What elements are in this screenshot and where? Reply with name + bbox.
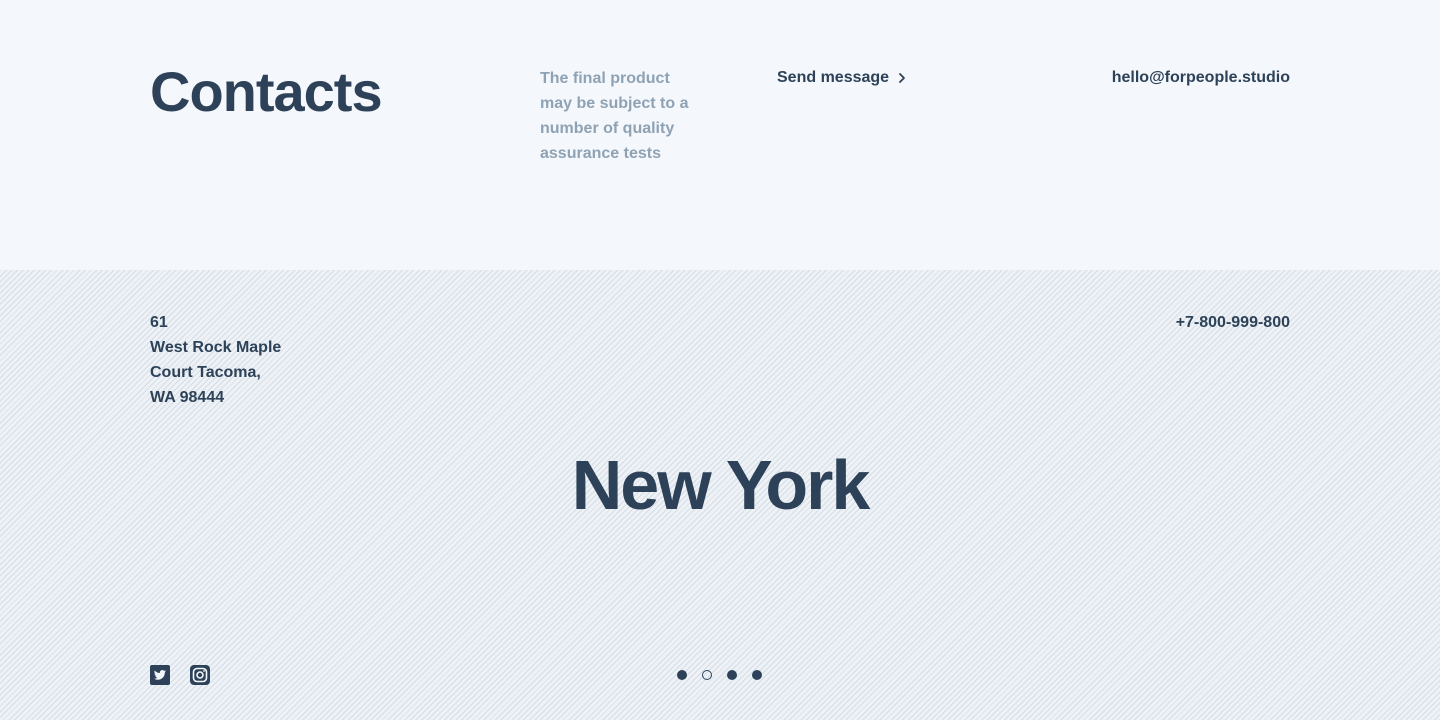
instagram-icon[interactable] [190, 665, 210, 685]
email-link[interactable]: hello@forpeople.studio [1112, 66, 1290, 90]
contacts-page: Contacts The final product may be subjec… [0, 0, 1440, 720]
twitter-icon[interactable] [150, 665, 170, 685]
page-title: Contacts [150, 60, 383, 123]
send-message-link[interactable]: Send message [777, 66, 907, 90]
phone-link[interactable]: +7-800-999-800 [1176, 310, 1290, 335]
pagination-dot[interactable] [702, 670, 712, 680]
city-title: New York [571, 446, 871, 524]
social-links [150, 665, 210, 685]
carousel-pagination [677, 670, 762, 680]
address-line: 61 [150, 314, 168, 331]
product-note: The final product may be subject to a nu… [540, 70, 689, 162]
chevron-right-icon [899, 73, 905, 83]
address-line: Court Tacoma, [150, 364, 261, 381]
send-message-label: Send message [777, 69, 890, 86]
address-line: WA 98444 [150, 389, 225, 406]
address-line: West Rock Maple [150, 339, 282, 356]
pagination-dot[interactable] [677, 670, 687, 680]
contacts-header-section: Contacts The final product may be subjec… [0, 0, 1440, 270]
office-section: 61 West Rock Maple Court Tacoma, WA 9844… [0, 270, 1440, 720]
pagination-dot[interactable] [727, 670, 737, 680]
office-address: 61 West Rock Maple Court Tacoma, WA 9844… [150, 310, 281, 410]
pagination-dot[interactable] [752, 670, 762, 680]
